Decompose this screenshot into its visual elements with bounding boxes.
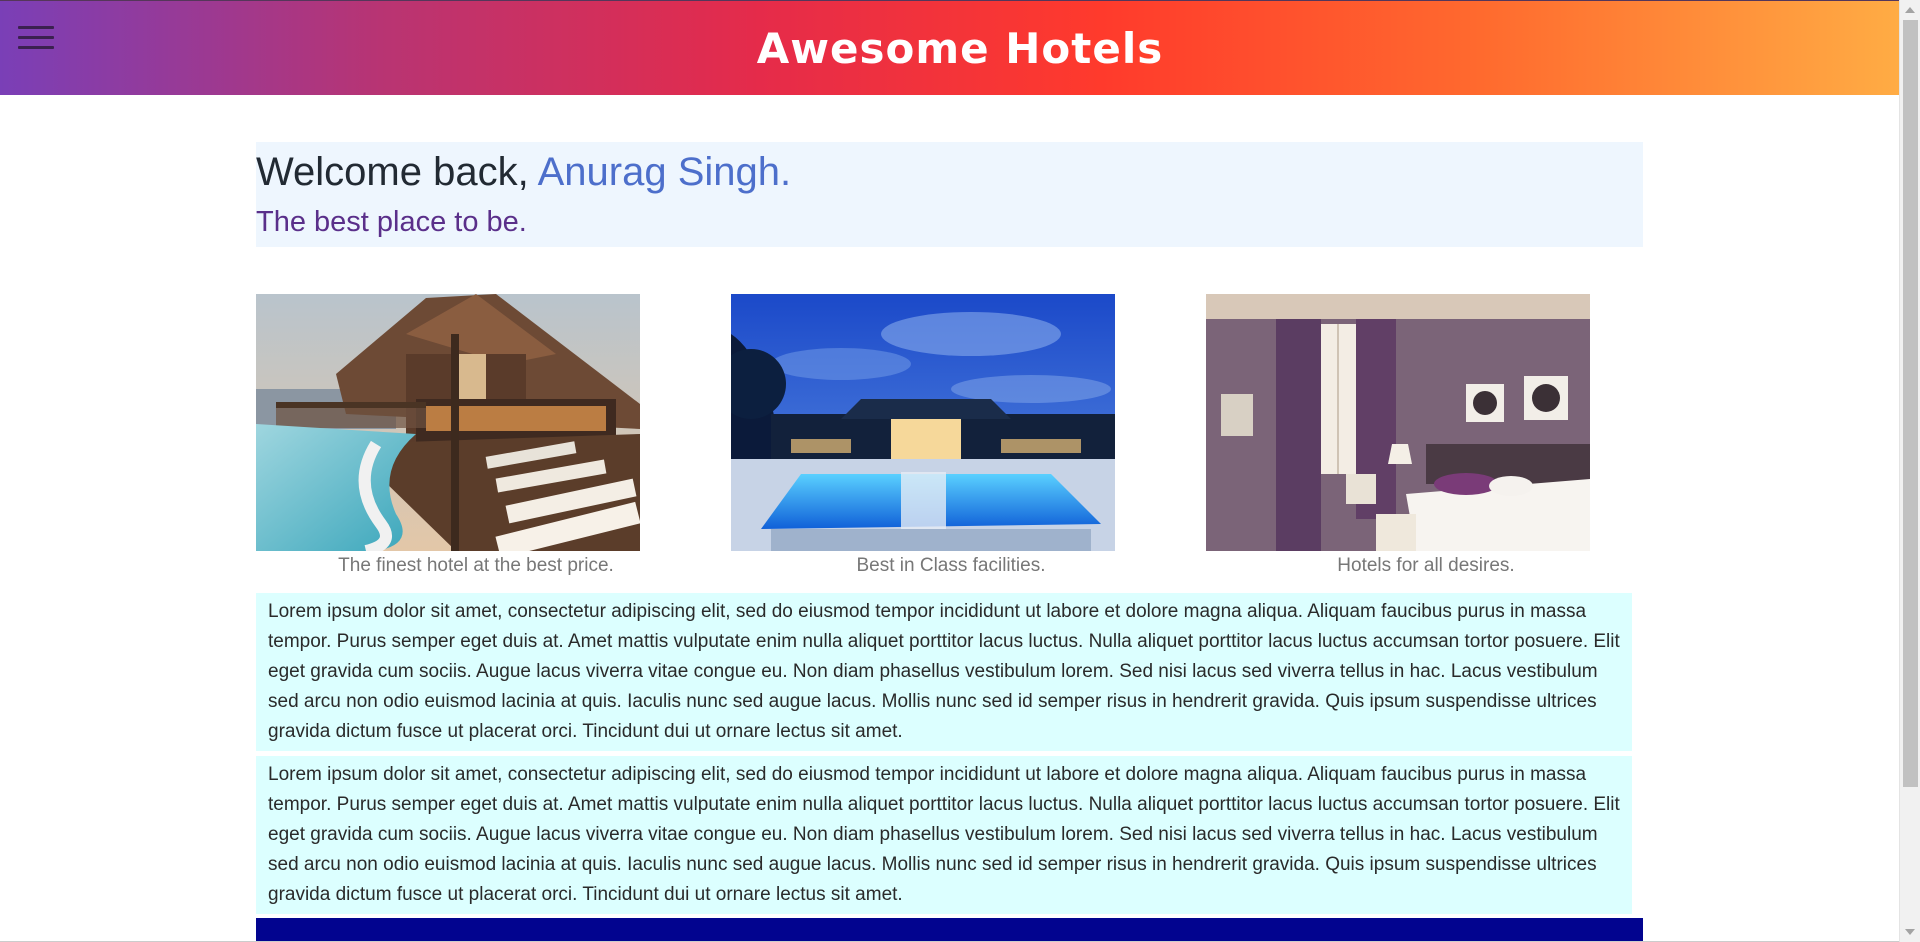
welcome-banner: Welcome back, Anurag Singh. The best pla… xyxy=(256,142,1643,247)
gallery-card: Hotels for all desires. xyxy=(1206,294,1590,576)
gallery-caption: Hotels for all desires. xyxy=(1337,555,1515,576)
night-hotel-pool-photo xyxy=(731,294,1115,551)
gallery-card: Best in Class facilities. xyxy=(731,294,1115,576)
site-header: Awesome Hotels xyxy=(0,0,1899,95)
scrollbar-thumb[interactable] xyxy=(1903,20,1918,787)
user-name: Anurag Singh. xyxy=(537,150,792,194)
site-title: Awesome Hotels xyxy=(756,24,1164,73)
hotel-bedroom-photo xyxy=(1206,294,1590,551)
scroll-up-arrow-icon[interactable] xyxy=(1905,7,1915,13)
gallery-caption: The finest hotel at the best price. xyxy=(338,555,614,576)
gallery-caption: Best in Class facilities. xyxy=(856,555,1046,576)
tagline: The best place to be. xyxy=(256,206,527,238)
welcome-greeting: Welcome back, xyxy=(256,150,538,194)
scroll-down-arrow-icon[interactable] xyxy=(1905,929,1915,935)
footer-bar xyxy=(256,918,1643,942)
gallery-card: The finest hotel at the best price. xyxy=(256,294,640,576)
welcome-heading: Welcome back, Anurag Singh. xyxy=(256,146,791,198)
paragraph: Lorem ipsum dolor sit amet, consectetur … xyxy=(256,593,1632,751)
paragraph: Lorem ipsum dolor sit amet, consectetur … xyxy=(256,756,1632,914)
resort-pool-deck-photo xyxy=(256,294,640,551)
vertical-scrollbar[interactable] xyxy=(1899,0,1920,942)
